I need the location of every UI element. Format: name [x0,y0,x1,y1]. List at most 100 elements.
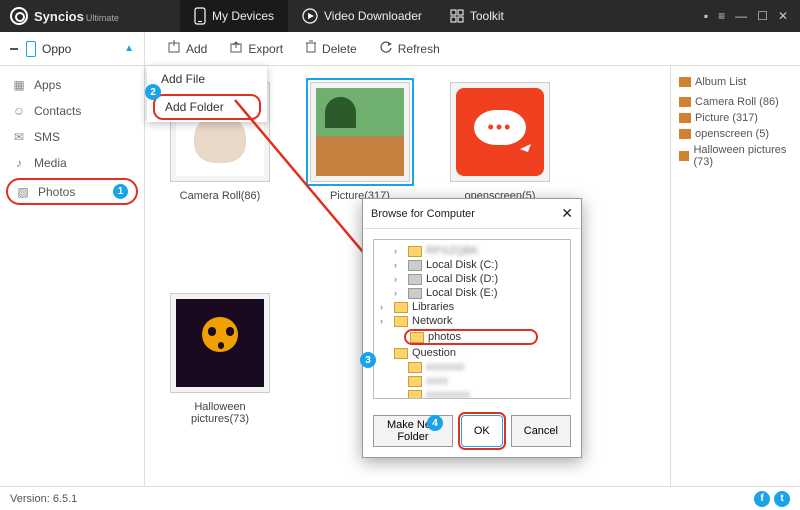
step-1-badge: 1 [113,184,128,199]
side-label: Contacts [34,104,81,118]
dialog-title: Browse for Computer [371,208,475,220]
twitter-icon[interactable]: t [774,491,790,507]
album-list-item[interactable]: openscreen (5) [679,126,794,142]
nav-label: Video Downloader [324,9,422,23]
maximize-button[interactable]: ☐ [757,9,768,23]
play-icon [302,8,318,24]
minimize-button[interactable]: — [735,9,747,23]
device-name: Oppo [42,42,71,56]
export-icon [229,40,243,57]
version-label: Version: [10,493,50,505]
sidebar-item-apps[interactable]: ▦ Apps [0,72,144,98]
sidebar-item-photos[interactable]: ▧ Photos 1 [6,178,138,205]
add-icon [167,40,181,57]
sms-icon: ✉ [12,130,26,144]
album-thumb [170,293,270,393]
apps-icon: ▦ [12,78,26,92]
title-bar: SynciosUltimate My Devices Video Downloa… [0,0,800,32]
side-label: Media [34,156,67,170]
nav-toolkit[interactable]: Toolkit [436,0,518,32]
refresh-icon [379,40,393,57]
folder-icon [679,151,689,161]
album-openscreen[interactable]: openscreen(5) [445,82,555,202]
tree-node-disk-d[interactable]: ›Local Disk (D:) [376,272,568,286]
delete-button[interactable]: Delete [295,36,367,61]
close-button[interactable]: ✕ [778,9,788,23]
folder-tree[interactable]: ›RPXZQBK ›Local Disk (C:) ›Local Disk (D… [373,239,571,399]
sidebar-item-media[interactable]: ♪ Media [0,150,144,176]
sub-toolbar: Oppo ▲ Add Export Delete Refresh [0,32,800,66]
album-list-item[interactable]: Picture (317) [679,110,794,126]
menu-icon[interactable]: ≡ [718,9,725,23]
tree-node[interactable]: xxxxxxxx [376,388,568,399]
tree-node[interactable]: ›RPXZQBK [376,244,568,258]
step-2-badge: 2 [145,84,161,100]
sidebar-item-contacts[interactable]: ☺ Contacts [0,98,144,124]
album-label: Halloween pictures(73) [165,401,275,425]
export-button[interactable]: Export [219,36,293,61]
folder-icon [679,97,691,107]
btn-label: Add [186,42,207,56]
tree-node-question[interactable]: Question [376,346,568,360]
device-selector[interactable]: Oppo ▲ [0,32,145,65]
side-label: SMS [34,130,60,144]
side-label: Apps [34,78,61,92]
album-list-title: Album List [679,76,794,88]
syncios-logo-icon [10,7,28,25]
step-3-badge: 3 [360,352,376,368]
album-picture[interactable]: Picture(317) [305,82,415,202]
cancel-button[interactable]: Cancel [511,415,571,447]
add-dropdown: Add File Add Folder [147,66,267,122]
add-button[interactable]: Add [157,36,217,61]
app-name: SynciosUltimate [34,9,119,24]
phone-icon [194,7,206,25]
album-thumb [450,82,550,182]
sidebar-item-sms[interactable]: ✉ SMS [0,124,144,150]
btn-label: Delete [322,42,357,56]
line-icon [10,48,18,50]
contacts-icon: ☺ [12,104,26,118]
tree-node[interactable]: xxxx [376,374,568,388]
dialog-button-row: Make New Folder OK Cancel [363,407,581,457]
album-thumb [310,82,410,182]
nav-video-downloader[interactable]: Video Downloader [288,0,436,32]
nav-label: My Devices [212,9,274,23]
version-value: 6.5.1 [53,493,77,505]
folder-icon [679,77,691,87]
media-icon: ♪ [12,156,26,170]
album-label: Camera Roll(86) [165,190,275,202]
eject-icon[interactable]: ▲ [124,43,134,54]
message-icon[interactable]: ▪ [704,9,708,23]
menu-add-file[interactable]: Add File [147,66,267,92]
ok-button[interactable]: OK [461,415,503,447]
tree-node-photos[interactable]: photos [404,329,538,345]
album-list-panel: Album List Camera Roll (86) Picture (317… [670,66,800,486]
action-toolbar: Add Export Delete Refresh [145,32,450,65]
side-label: Photos [38,185,75,199]
sidebar: ▦ Apps ☺ Contacts ✉ SMS ♪ Media ▧ Photos 1 [0,66,145,486]
album-list-item[interactable]: Camera Roll (86) [679,94,794,110]
grid-icon [450,9,464,23]
nav-my-devices[interactable]: My Devices [180,0,288,32]
status-bar: Version: 6.5.1 f t [0,486,800,510]
menu-add-folder[interactable]: Add Folder [153,94,261,120]
tree-node-libraries[interactable]: ›Libraries [376,300,568,314]
btn-label: Export [248,42,283,56]
step-4-badge: 4 [427,415,443,431]
browse-folder-dialog: Browse for Computer ✕ ›RPXZQBK ›Local Di… [362,198,582,458]
refresh-button[interactable]: Refresh [369,36,450,61]
photos-icon: ▧ [16,185,30,199]
folder-icon [679,129,691,139]
tree-node-disk-c[interactable]: ›Local Disk (C:) [376,258,568,272]
album-list-item[interactable]: Halloween pictures (73) [679,142,794,170]
app-logo: SynciosUltimate [0,7,180,25]
dialog-titlebar: Browse for Computer ✕ [363,199,581,229]
album-halloween[interactable]: Halloween pictures(73) [165,293,275,425]
tree-node[interactable]: xxxxxxx [376,360,568,374]
facebook-icon[interactable]: f [754,491,770,507]
dialog-close-button[interactable]: ✕ [561,205,573,222]
tree-node-disk-e[interactable]: ›Local Disk (E:) [376,286,568,300]
trash-icon [305,40,317,57]
tree-node-network[interactable]: ›Network [376,314,568,328]
window-controls: ▪ ≡ — ☐ ✕ [704,9,800,23]
